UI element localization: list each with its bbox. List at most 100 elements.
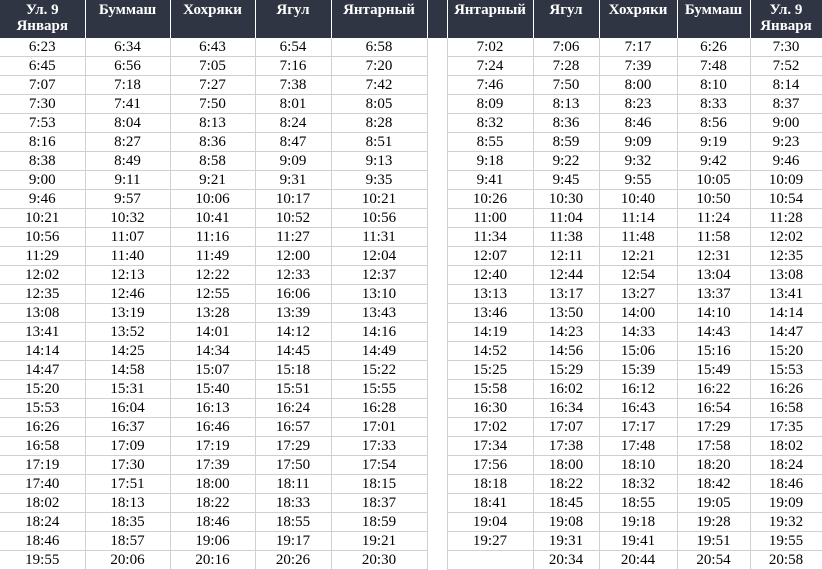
- time-cell: 16:06: [255, 284, 332, 304]
- time-cell: 20:26: [255, 550, 332, 570]
- time-cell: 18:02: [750, 436, 822, 456]
- time-cell: 18:37: [331, 493, 428, 513]
- time-cell: 13:43: [331, 303, 428, 323]
- gap-cell: [427, 75, 448, 95]
- time-cell: 12:00: [255, 246, 332, 266]
- header-stop-khokhryaki-return: Хохряки: [599, 0, 678, 38]
- time-cell: 8:05: [331, 94, 428, 114]
- time-cell: 12:46: [85, 284, 171, 304]
- time-cell: 15:06: [599, 341, 678, 361]
- time-cell: 18:41: [447, 493, 534, 513]
- time-cell: 8:04: [85, 113, 171, 133]
- gap-cell: [427, 512, 448, 532]
- time-cell: 8:32: [447, 113, 534, 133]
- gap-cell: [427, 208, 448, 228]
- time-cell: 8:00: [599, 75, 678, 95]
- time-cell: 7:05: [170, 56, 256, 76]
- table-row: 14:14 14:25 14:34 14:45 14:49 14:52 14:56 15:06…: [0, 341, 822, 361]
- time-cell: 19:55: [750, 531, 822, 551]
- gap-cell: [427, 474, 448, 494]
- table-row: 7:30 7:41 7:50 8:01 8:05 8:09 8:13 8:23 8:33 8:37: [0, 94, 822, 114]
- gap-cell: [427, 360, 448, 380]
- time-cell: 6:54: [255, 38, 332, 57]
- time-cell: 17:09: [85, 436, 171, 456]
- time-cell: 19:28: [677, 512, 751, 532]
- time-cell: 18:00: [170, 474, 256, 494]
- table-row: 12:35 12:46 12:55 16:06 13:10 13:13 13:17 13:27…: [0, 284, 822, 304]
- time-cell: 8:46: [599, 113, 678, 133]
- time-cell: 20:06: [85, 550, 171, 570]
- time-cell: 20:16: [170, 550, 256, 570]
- header-stop-yantarny-return: Янтарный: [447, 0, 534, 38]
- table-row: 9:46 9:57 10:06 10:17 10:21 10:26 10:30 10:40 10…: [0, 189, 822, 209]
- time-cell: 8:24: [255, 113, 332, 133]
- time-cell: 19:05: [677, 493, 751, 513]
- time-cell: 15:55: [331, 379, 428, 399]
- gap-cell: [427, 170, 448, 190]
- header-stop-bummash: Буммаш: [85, 0, 171, 38]
- time-cell: 18:24: [750, 455, 822, 475]
- time-cell: 7:28: [533, 56, 600, 76]
- time-cell: 19:55: [0, 550, 86, 570]
- time-cell: 6:43: [170, 38, 256, 57]
- gap-cell: [427, 227, 448, 247]
- gap-cell: [427, 303, 448, 323]
- time-cell: 10:26: [447, 189, 534, 209]
- header-stop-khokhryaki: Хохряки: [170, 0, 256, 38]
- time-cell: 8:38: [0, 151, 86, 171]
- table-row: 10:21 10:32 10:41 10:52 10:56 11:00 11:04 11:14…: [0, 208, 822, 228]
- time-cell: 9:45: [533, 170, 600, 190]
- table-row: 6:23 6:34 6:43 6:54 6:58 7:02 7:06 7:17 6:26 7:30: [0, 38, 822, 57]
- header-stop-ul-9-yanvarya: Ул. 9 Января: [0, 0, 86, 38]
- time-cell: 16:30: [447, 398, 534, 418]
- time-cell: 14:56: [533, 341, 600, 361]
- time-cell: 18:59: [331, 512, 428, 532]
- time-cell: 14:47: [750, 322, 822, 342]
- time-cell: 15:53: [0, 398, 86, 418]
- time-cell: 13:08: [750, 265, 822, 285]
- time-cell: 10:54: [750, 189, 822, 209]
- time-cell: 12:13: [85, 265, 171, 285]
- table-row: 17:40 17:51 18:00 18:11 18:15 18:18 18:22 18:32…: [0, 474, 822, 494]
- time-cell: 15:07: [170, 360, 256, 380]
- time-cell: 14:45: [255, 341, 332, 361]
- time-cell: 11:27: [255, 227, 332, 247]
- time-cell: 13:37: [677, 284, 751, 304]
- time-cell: 7:52: [750, 56, 822, 76]
- time-cell: 18:10: [599, 455, 678, 475]
- time-cell: 6:26: [677, 38, 751, 57]
- time-cell: 8:13: [533, 94, 600, 114]
- time-cell: 11:24: [677, 208, 751, 228]
- time-cell: 13:08: [0, 303, 86, 323]
- time-cell: 11:38: [533, 227, 600, 247]
- time-cell: 9:22: [533, 151, 600, 171]
- time-cell: 9:32: [599, 151, 678, 171]
- gap-cell: [427, 132, 448, 152]
- time-cell: 8:56: [677, 113, 751, 133]
- time-cell: 10:32: [85, 208, 171, 228]
- time-cell: 8:49: [85, 151, 171, 171]
- time-cell: 10:56: [331, 208, 428, 228]
- time-cell: 11:16: [170, 227, 256, 247]
- time-cell: 15:18: [255, 360, 332, 380]
- time-cell: 17:54: [331, 455, 428, 475]
- table-row: 7:07 7:18 7:27 7:38 7:42 7:46 7:50 8:00 8:10 8:14: [0, 75, 822, 95]
- time-cell: 17:38: [533, 436, 600, 456]
- time-cell: 14:33: [599, 322, 678, 342]
- time-cell: 7:48: [677, 56, 751, 76]
- table-row: 19:55 20:06 20:16 20:26 20:30 20:34 20:44 20:54…: [0, 550, 822, 570]
- time-cell: 12:11: [533, 246, 600, 266]
- table-row: 8:38 8:49 8:58 9:09 9:13 9:18 9:22 9:32 9:42 9:46: [0, 151, 822, 171]
- time-cell: 10:09: [750, 170, 822, 190]
- header-row: Ул. 9 Января Буммаш Хохряки Ягул Янтарны…: [0, 0, 822, 38]
- time-cell: 10:40: [599, 189, 678, 209]
- time-cell: 10:41: [170, 208, 256, 228]
- table-row: 11:29 11:40 11:49 12:00 12:04 12:07 12:11 12:21…: [0, 246, 822, 266]
- time-cell: 14:10: [677, 303, 751, 323]
- time-cell: 14:14: [750, 303, 822, 323]
- time-cell: 10:06: [170, 189, 256, 209]
- time-cell: 14:49: [331, 341, 428, 361]
- time-cell: 11:34: [447, 227, 534, 247]
- table-row: 12:02 12:13 12:22 12:33 12:37 12:40 12:44 12:54…: [0, 265, 822, 285]
- time-cell: 19:06: [170, 531, 256, 551]
